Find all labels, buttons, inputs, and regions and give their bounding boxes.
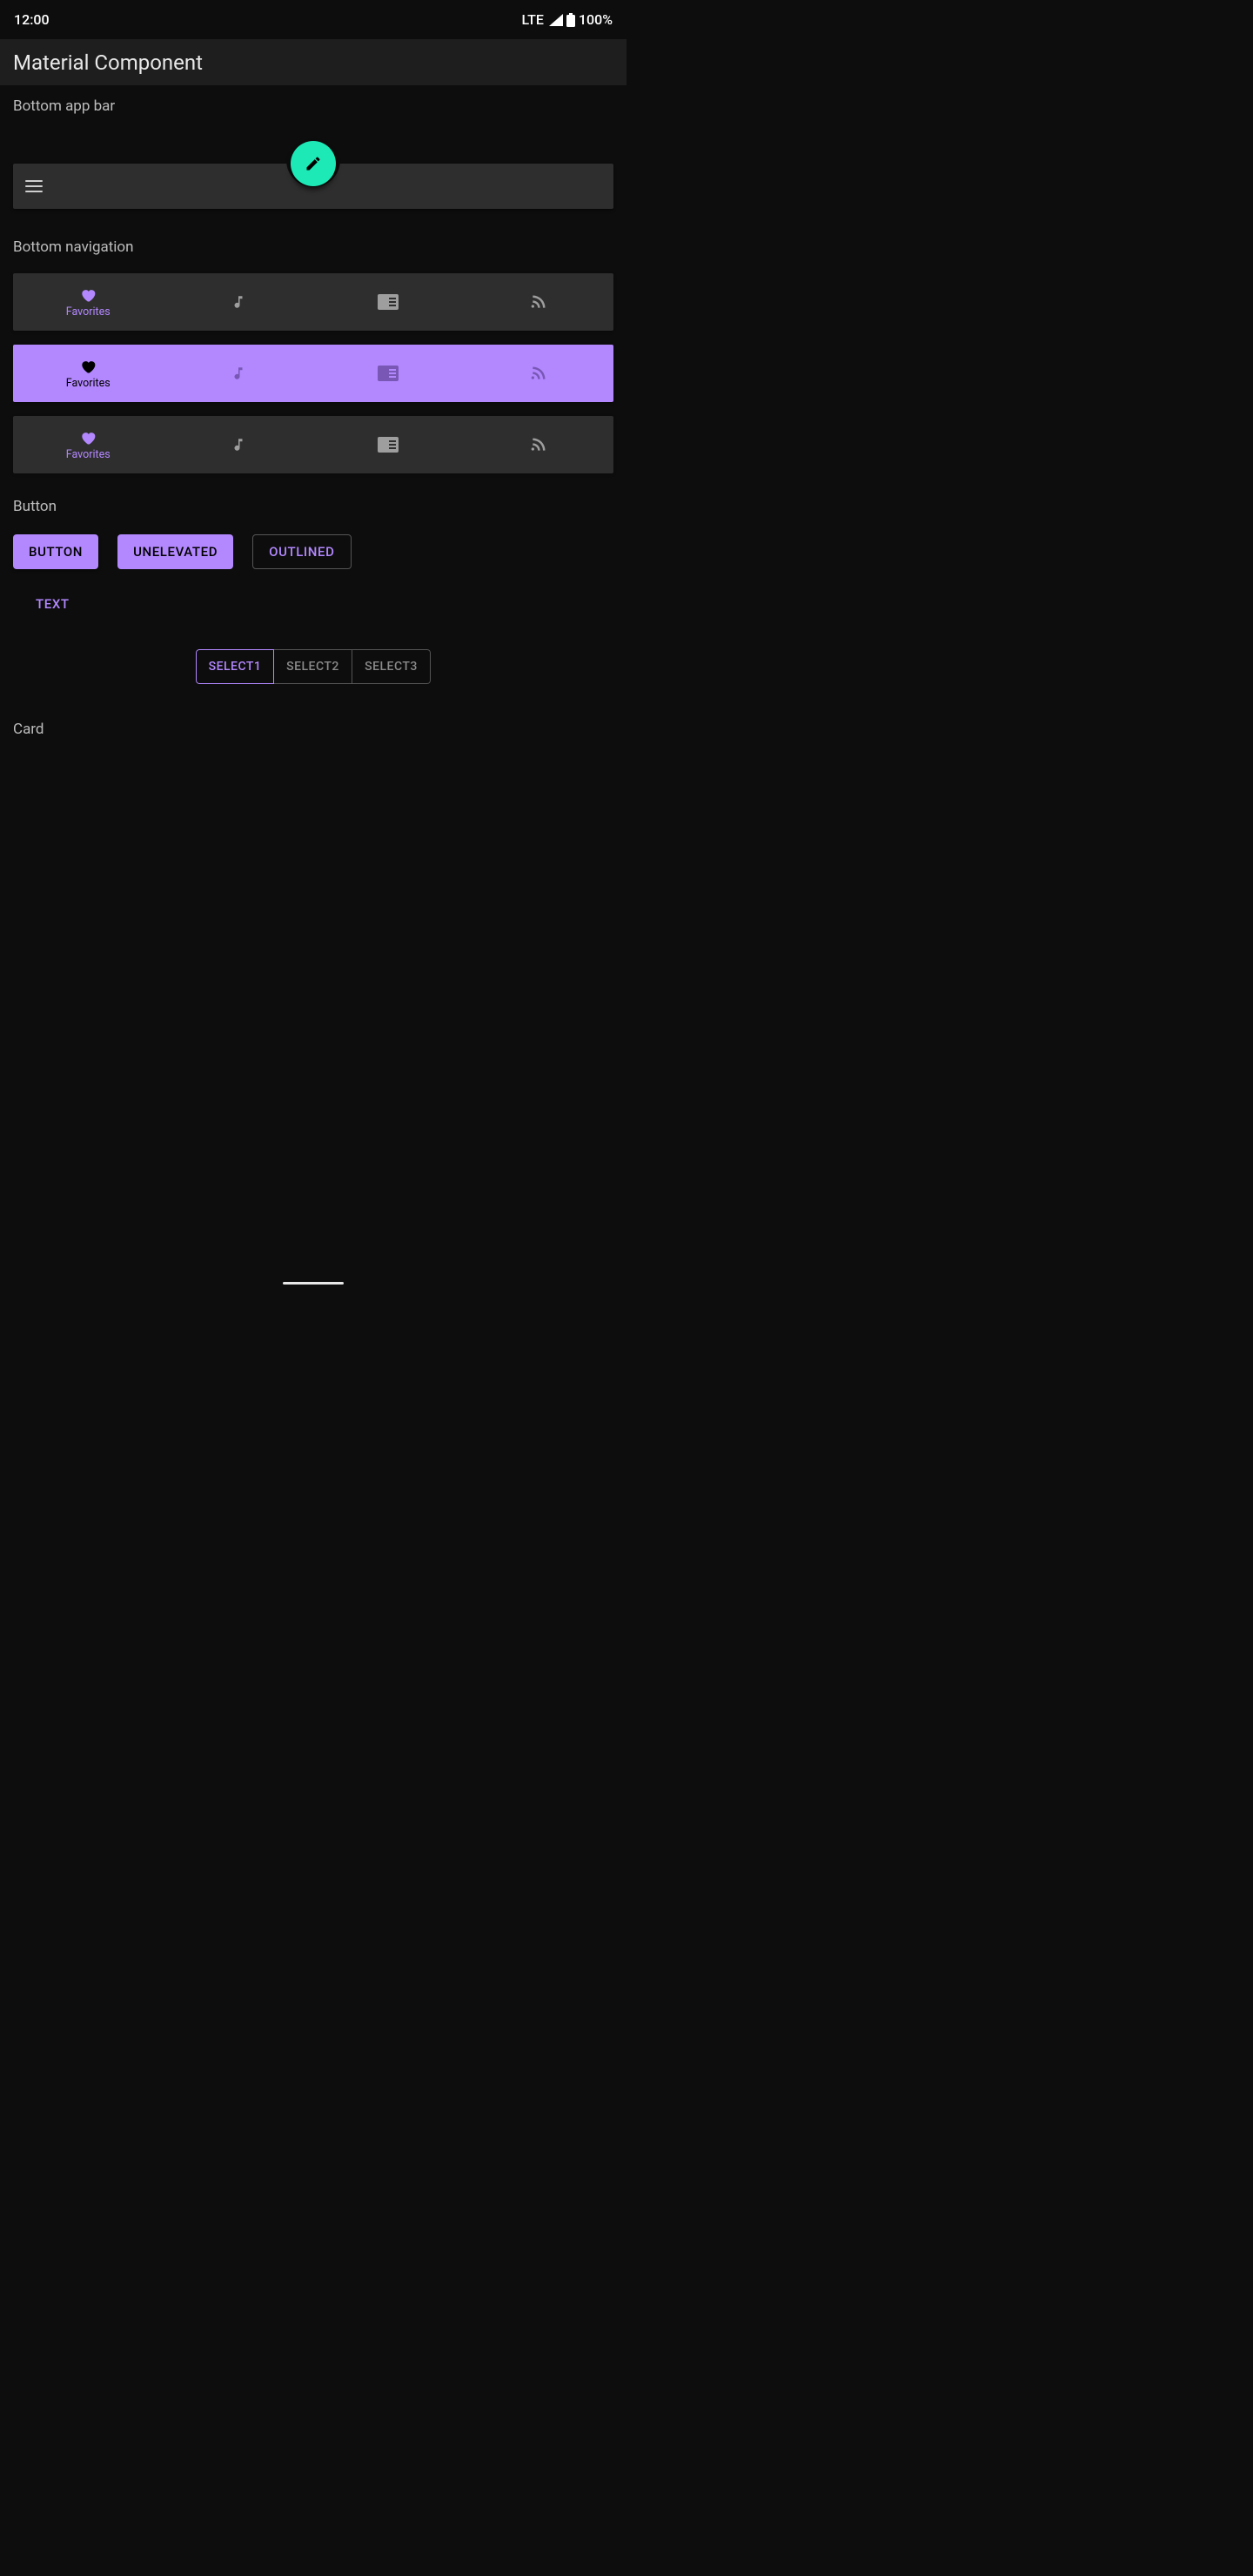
nav-item-feed[interactable]	[464, 416, 614, 473]
menu-icon[interactable]	[25, 180, 43, 192]
music-note-icon	[231, 364, 246, 383]
status-bar: 12:00 LTE 100%	[0, 0, 626, 39]
bottom-navigation-dark-2: Favorites	[13, 416, 613, 473]
status-network-label: LTE	[521, 11, 543, 28]
edit-icon	[305, 155, 322, 172]
segment-select2[interactable]: SELECT2	[274, 649, 352, 684]
bottom-navigation-light: Favorites	[13, 345, 613, 402]
text-button[interactable]: TEXT	[20, 587, 85, 621]
nav-item-music[interactable]	[164, 345, 314, 402]
nav-item-reader[interactable]	[313, 273, 464, 331]
nav-item-reader[interactable]	[313, 416, 464, 473]
nav-item-favorites[interactable]: Favorites	[13, 416, 164, 473]
nav-item-music[interactable]	[164, 273, 314, 331]
unelevated-button[interactable]: UNELEVATED	[117, 534, 233, 569]
segment-select3[interactable]: SELECT3	[352, 649, 431, 684]
heart-icon	[78, 358, 97, 375]
status-right: LTE 100%	[521, 11, 613, 28]
reader-icon	[378, 294, 399, 310]
nav-item-favorites[interactable]: Favorites	[13, 273, 164, 331]
rss-icon	[530, 293, 547, 311]
heart-icon	[78, 286, 97, 304]
nav-item-reader[interactable]	[313, 345, 464, 402]
rss-icon	[530, 436, 547, 453]
status-battery-pct: 100%	[579, 11, 613, 28]
page-title: Material Component	[13, 50, 203, 75]
nav-item-label: Favorites	[66, 377, 111, 390]
gesture-handle[interactable]	[283, 1282, 344, 1285]
bottom-navigation-dark-1: Favorites	[13, 273, 613, 331]
nav-item-label: Favorites	[66, 448, 111, 461]
nav-item-feed[interactable]	[464, 345, 614, 402]
reader-icon	[378, 437, 399, 453]
section-label-button: Button	[13, 498, 613, 515]
reader-icon	[378, 366, 399, 381]
status-time: 12:00	[14, 11, 50, 28]
rss-icon	[530, 365, 547, 382]
nav-item-music[interactable]	[164, 416, 314, 473]
nav-item-feed[interactable]	[464, 273, 614, 331]
button-row: BUTTON UNELEVATED OUTLINED	[13, 534, 613, 569]
signal-icon	[549, 14, 563, 26]
section-label-bottom-app-bar: Bottom app bar	[13, 97, 613, 115]
section-label-bottom-navigation: Bottom navigation	[13, 238, 613, 256]
contained-button[interactable]: BUTTON	[13, 534, 98, 569]
heart-icon	[78, 429, 97, 446]
segmented-group: SELECT1 SELECT2 SELECT3	[13, 649, 613, 684]
battery-icon	[566, 13, 575, 27]
bottom-app-bar-demo	[13, 141, 613, 211]
nav-item-label: Favorites	[66, 305, 111, 319]
nav-item-favorites[interactable]: Favorites	[13, 345, 164, 402]
app-bar: Material Component	[0, 39, 626, 85]
music-note-icon	[231, 435, 246, 454]
section-label-card: Card	[13, 721, 613, 738]
music-note-icon	[231, 292, 246, 312]
fab-edit-button[interactable]	[291, 141, 336, 186]
segment-select1[interactable]: SELECT1	[196, 649, 274, 684]
outlined-button[interactable]: OUTLINED	[252, 534, 351, 569]
